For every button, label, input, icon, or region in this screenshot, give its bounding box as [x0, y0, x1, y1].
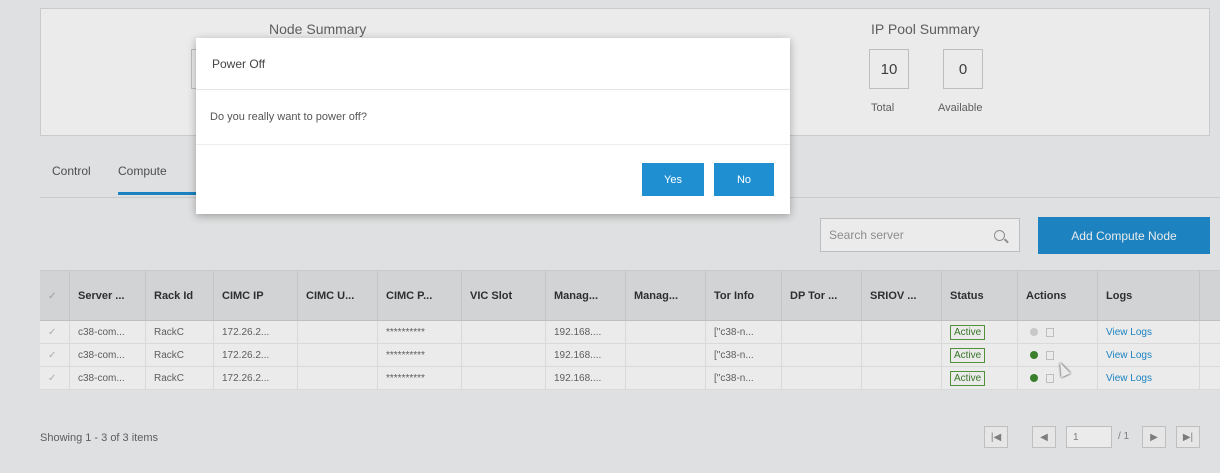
power-off-dialog: Power Off Do you really want to power of… — [196, 38, 790, 214]
dialog-message: Do you really want to power off? — [196, 90, 790, 145]
dialog-footer: Yes No — [196, 145, 790, 214]
no-button[interactable]: No — [714, 163, 774, 196]
dialog-title: Power Off — [196, 38, 790, 90]
yes-button[interactable]: Yes — [642, 163, 704, 196]
